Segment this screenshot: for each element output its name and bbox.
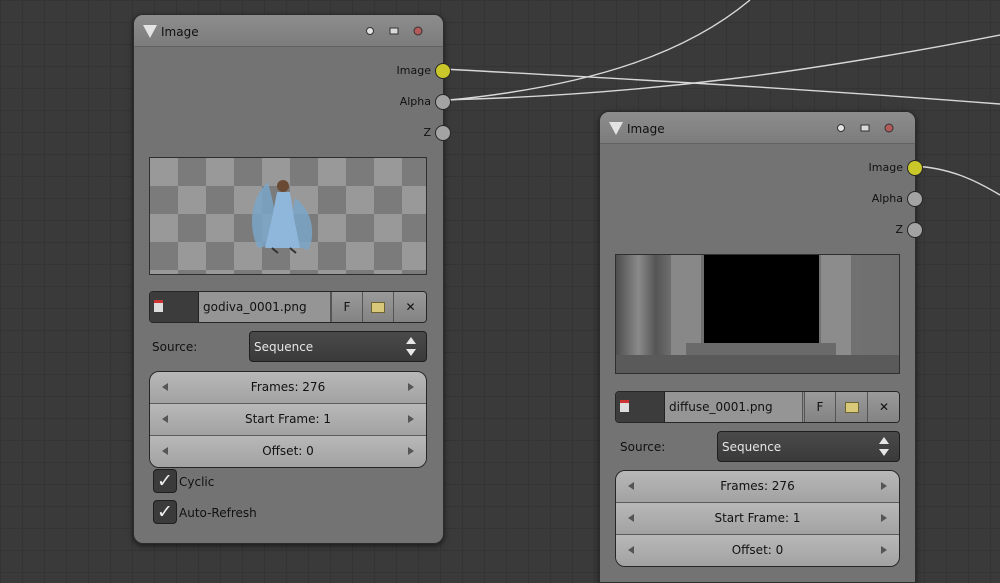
output-z[interactable]: Z [795,220,923,240]
socket-label: Alpha [871,192,903,205]
socket-alpha-icon[interactable] [435,94,451,110]
output-image[interactable]: Image [795,158,923,178]
texture-thumbnail-icon [616,255,899,373]
image-file-icon [620,400,629,412]
output-z[interactable]: Z [323,123,451,143]
image-node-diffuse[interactable]: Image Image Alpha Z diffuse_0001.png F ✕… [599,111,923,583]
filename-field[interactable]: diffuse_0001.png [665,392,803,422]
start-frame-field[interactable]: Start Frame: 1 [616,503,899,535]
image-preview [149,157,427,275]
start-frame-field[interactable]: Start Frame: 1 [150,404,426,436]
checkbox-label: Cyclic [179,475,215,489]
checkmark-icon[interactable]: ✓ [153,500,177,524]
socket-label: Alpha [399,95,431,108]
field-label: Frames: 276 [720,479,795,493]
link-image-out [441,68,1000,105]
fake-user-button[interactable]: F [804,392,835,422]
socket-image-icon[interactable] [435,63,451,79]
node-title: Image [627,122,665,136]
close-sphere-icon[interactable] [413,26,423,36]
socket-image-icon[interactable] [907,160,923,176]
image-icon[interactable] [389,26,399,36]
image-type-button[interactable] [616,392,665,422]
source-label: Source: [620,440,666,454]
offset-field[interactable]: Offset: 0 [150,436,426,467]
source-value: Sequence [254,340,314,354]
link-image2-out [913,165,1000,196]
open-file-button[interactable] [835,392,867,422]
source-label: Source: [152,340,198,354]
collapse-arrow-icon[interactable] [609,122,623,135]
clear-file-button[interactable]: ✕ [393,292,426,322]
source-dropdown[interactable]: Sequence [249,331,427,362]
link-upper [449,0,751,101]
frame-settings: Frames: 276 Start Frame: 1 Offset: 0 [149,371,427,468]
socket-label: Image [868,161,903,174]
output-alpha[interactable]: Alpha [323,92,451,112]
folder-icon [371,302,385,313]
dancer-figure-icon [252,180,313,254]
image-preview [615,254,900,374]
field-label: Offset: 0 [731,543,784,557]
x-icon: ✕ [405,300,416,314]
image-type-button[interactable] [150,292,199,322]
socket-label: Z [423,126,431,139]
field-label: Frames: 276 [250,380,326,394]
checkbox-label: Auto-Refresh [179,506,257,520]
clear-file-button[interactable]: ✕ [867,392,899,422]
circle-icon[interactable] [365,26,375,36]
frames-field[interactable]: Frames: 276 [150,372,426,404]
frames-field[interactable]: Frames: 276 [616,471,899,503]
frame-settings: Frames: 276 Start Frame: 1 Offset: 0 [615,470,900,567]
increment-arrow-icon[interactable] [881,546,887,554]
collapse-arrow-icon[interactable] [143,25,157,38]
file-selector[interactable]: diffuse_0001.png F ✕ [615,391,900,423]
fake-user-button[interactable]: F [331,292,362,322]
updown-arrows-icon [879,437,889,456]
image-node-godiva[interactable]: Image Image Alpha Z godiva_0001.png F ✕ … [133,14,451,544]
auto-refresh-checkbox[interactable]: ✓ Auto-Refresh [153,500,293,524]
increment-arrow-icon[interactable] [408,415,414,423]
field-label: Offset: 0 [262,444,314,458]
checkmark-icon[interactable]: ✓ [153,469,177,493]
offset-field[interactable]: Offset: 0 [616,535,899,566]
output-image[interactable]: Image [323,61,451,81]
image-file-icon [154,300,163,312]
socket-label: Image [396,64,431,77]
output-alpha[interactable]: Alpha [795,189,923,209]
folder-icon [844,402,859,413]
updown-arrows-icon [406,337,416,356]
cyclic-checkbox[interactable]: ✓ Cyclic [153,469,273,493]
field-label: Start Frame: 1 [244,412,331,426]
circle-icon[interactable] [836,123,846,133]
file-selector[interactable]: godiva_0001.png F ✕ [149,291,427,323]
increment-arrow-icon[interactable] [408,447,414,455]
node-header[interactable]: Image [134,15,443,47]
open-file-button[interactable] [362,292,393,322]
source-value: Sequence [722,440,782,454]
image-icon[interactable] [860,123,870,133]
close-sphere-icon[interactable] [884,123,894,133]
filename-field[interactable]: godiva_0001.png [199,292,331,322]
field-label: Start Frame: 1 [714,511,801,525]
socket-z-icon[interactable] [907,222,923,238]
increment-arrow-icon[interactable] [881,482,887,490]
socket-z-icon[interactable] [435,125,451,141]
source-dropdown[interactable]: Sequence [717,431,900,462]
x-icon: ✕ [878,400,890,414]
increment-arrow-icon[interactable] [408,383,414,391]
increment-arrow-icon[interactable] [881,514,887,522]
socket-label: Z [895,223,903,236]
node-title: Image [161,25,199,39]
node-header[interactable]: Image [600,112,915,144]
socket-alpha-icon[interactable] [907,191,923,207]
